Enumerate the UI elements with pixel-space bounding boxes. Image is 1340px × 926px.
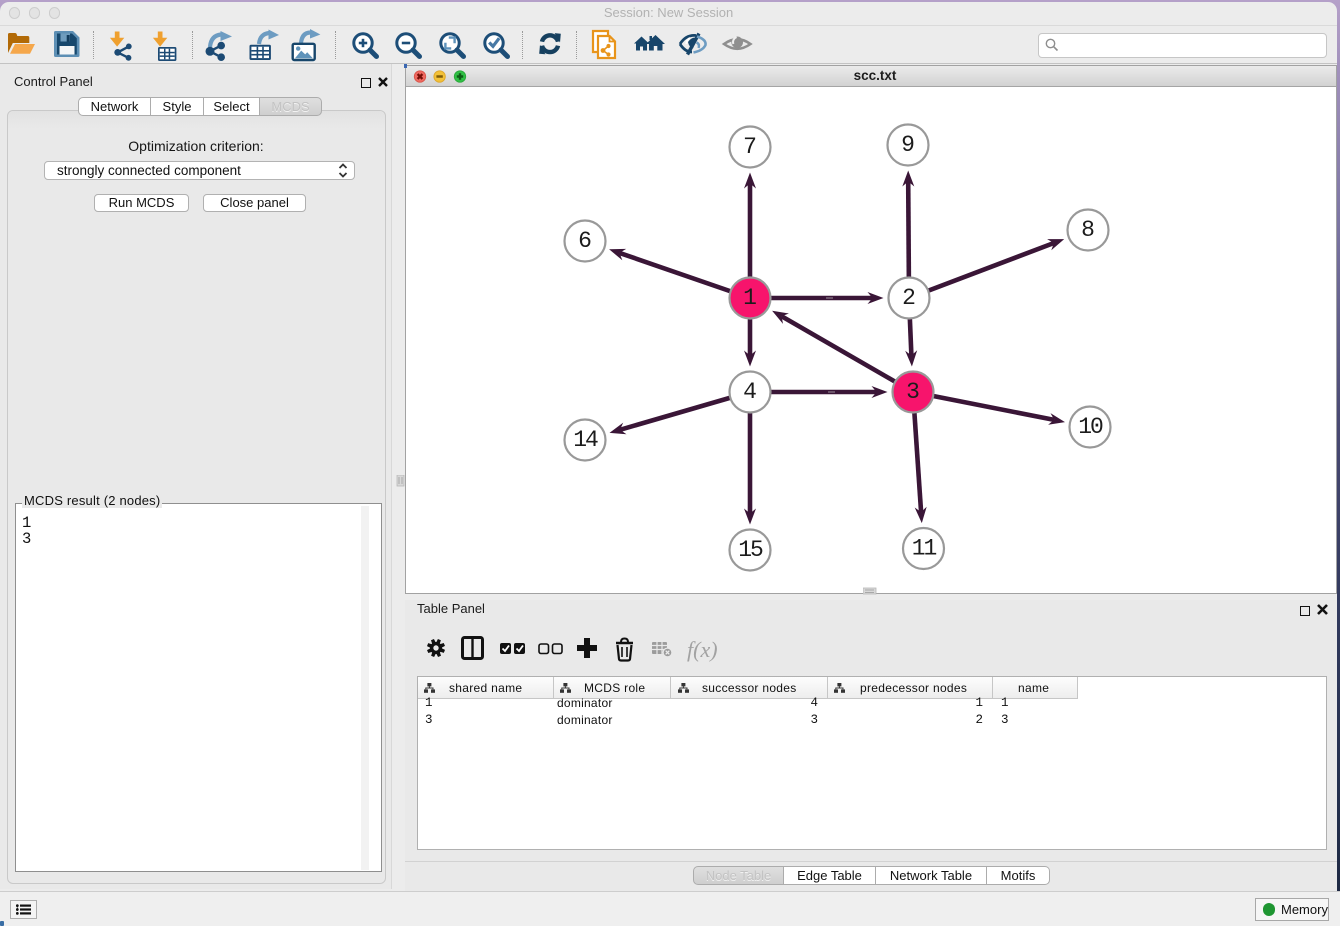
svg-text:predecessor nodes: predecessor nodes [860,681,967,695]
svg-text:9: 9 [901,132,915,158]
svg-text:7: 7 [743,134,757,160]
svg-text:f(x): f(x) [687,637,718,662]
svg-text:name: name [1018,681,1049,695]
svg-text:MCDS role: MCDS role [584,681,645,695]
svg-text:15: 15 [738,537,763,563]
svg-text:1: 1 [743,285,757,311]
svg-text:10: 10 [1078,414,1103,440]
svg-text:2: 2 [902,285,916,311]
svg-text:3: 3 [906,379,920,405]
svg-text:4: 4 [743,379,757,405]
svg-text:14: 14 [573,427,598,453]
svg-text:successor nodes: successor nodes [702,681,797,695]
svg-text:shared name: shared name [449,681,522,695]
svg-text:11: 11 [912,536,937,562]
svg-text:6: 6 [578,228,592,254]
svg-text:8: 8 [1081,217,1095,243]
